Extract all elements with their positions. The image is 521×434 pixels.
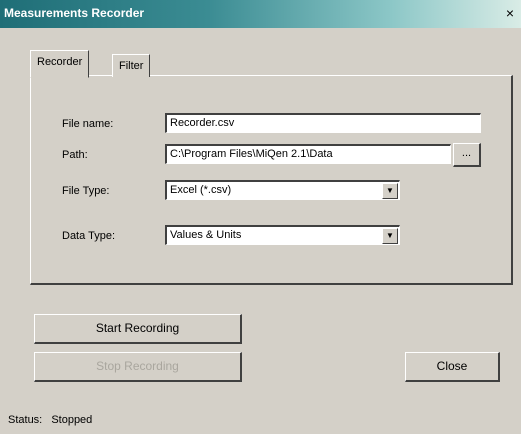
tab-recorder[interactable]: Recorder	[30, 50, 90, 78]
chevron-down-icon[interactable]: ▼	[382, 183, 398, 199]
status-bar: Status: Stopped	[8, 414, 92, 426]
close-icon[interactable]: ×	[503, 5, 517, 21]
status-label: Status:	[8, 414, 43, 426]
chevron-down-icon[interactable]: ▼	[382, 228, 398, 244]
data-type-value: Values & Units	[170, 229, 242, 241]
tab-filter[interactable]: Filter	[112, 54, 151, 77]
file-type-label: File Type:	[62, 185, 110, 197]
window-title: Measurements Recorder	[4, 6, 145, 20]
path-field[interactable]: C:\Program Files\MiQen 2.1\Data	[165, 144, 451, 164]
stop-recording-button[interactable]: Stop Recording	[34, 352, 242, 382]
data-type-label: Data Type:	[62, 230, 115, 242]
file-name-field[interactable]: Recorder.csv	[165, 113, 481, 133]
file-type-select[interactable]: Excel (*.csv) ▼	[165, 180, 400, 200]
browse-button[interactable]: ...	[453, 143, 481, 167]
close-button[interactable]: Close	[405, 352, 500, 382]
file-name-label: File name:	[62, 118, 114, 130]
title-bar: Measurements Recorder ×	[0, 0, 521, 28]
path-label: Path:	[62, 149, 88, 161]
start-recording-button[interactable]: Start Recording	[34, 314, 242, 344]
data-type-select[interactable]: Values & Units ▼	[165, 225, 400, 245]
status-value: Stopped	[51, 414, 93, 426]
file-type-value: Excel (*.csv)	[170, 184, 232, 196]
